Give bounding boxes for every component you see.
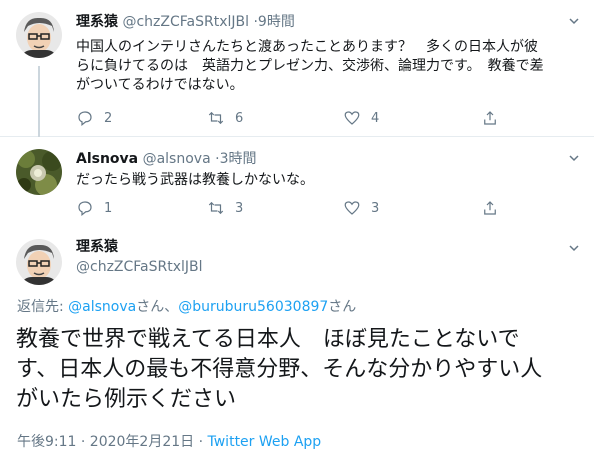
reply-icon	[78, 111, 92, 126]
tweet-1[interactable]: 理系猿 @chzZCFaSRtxlJBl ·9時間 中国人のインテリさんたちと渡…	[0, 0, 594, 146]
timestamp[interactable]: 3時間	[220, 151, 257, 167]
tweet-text: 教養で世界で戦えてる日本人 ほぼ見たことないで す、日本人の最も不得意分野、そん…	[16, 327, 543, 412]
chevron-down-icon[interactable]	[569, 153, 579, 163]
user-handle[interactable]: @alsnova	[143, 151, 211, 167]
reply-to-user-link[interactable]: @buruburu56030897	[178, 299, 328, 315]
share-icon	[484, 111, 496, 125]
avatar[interactable]	[16, 239, 62, 285]
reply-to-line: 返信先: @alsnovaさん、@buruburu56030897さん	[17, 296, 356, 316]
tweet-actions: 2 6 4	[76, 109, 586, 127]
chevron-down-icon[interactable]	[569, 16, 579, 26]
retweet-count: 3	[235, 200, 244, 216]
share-button[interactable]	[481, 109, 499, 127]
tweet-meta: 午後9:11 · 2020年2月21日 · Twitter Web App	[17, 431, 321, 451]
chevron-down-icon[interactable]	[569, 243, 579, 253]
timestamp[interactable]: 9時間	[258, 14, 295, 30]
retweet-button[interactable]: 3	[207, 199, 243, 217]
tweet-actions: 1 3 3	[76, 199, 586, 217]
like-icon	[344, 201, 360, 215]
like-button[interactable]: 3	[343, 199, 379, 217]
tweet-header: 理系猿 @chzZCFaSRtxlJBl ·9時間	[76, 11, 295, 31]
reply-count: 2	[104, 110, 113, 126]
like-count: 3	[371, 200, 380, 216]
reply-to-suffix: さん、	[136, 299, 179, 315]
like-count: 4	[371, 110, 380, 126]
reply-to-suffix: さん	[328, 299, 357, 315]
source-app-link[interactable]: Twitter Web App	[208, 434, 322, 450]
avatar[interactable]	[16, 12, 62, 58]
like-icon	[344, 111, 360, 125]
share-button[interactable]	[481, 199, 499, 217]
tweet-header: Alsnova @alsnova ·3時間	[76, 148, 256, 168]
reply-button[interactable]: 1	[76, 199, 112, 217]
user-name[interactable]: 理系猿	[76, 14, 118, 30]
retweet-icon	[208, 201, 224, 215]
timestamp[interactable]: 午後9:11 · 2020年2月21日 ·	[17, 434, 208, 450]
reply-to-label: 返信先:	[17, 299, 69, 315]
retweet-icon	[208, 111, 224, 125]
thread-line	[38, 66, 40, 146]
focused-tweet: 理系猿 @chzZCFaSRtxlJBl 返信先: @alsnovaさん、@bu…	[0, 229, 594, 467]
reply-icon	[78, 201, 92, 216]
tweet-text: だったら戦う武器は教養しかないな。	[76, 172, 314, 188]
tweet-text: 中国人のインテリさんたちと渡あったことあります？ 多くの日本人が彼 らに負けてる…	[76, 39, 544, 93]
user-handle[interactable]: @chzZCFaSRtxlJBl	[76, 259, 203, 275]
like-button[interactable]: 4	[343, 109, 379, 127]
retweet-button[interactable]: 6	[207, 109, 243, 127]
reply-to-user-link[interactable]: @alsnova	[68, 299, 136, 315]
reply-button[interactable]: 2	[76, 109, 112, 127]
share-icon	[484, 201, 496, 215]
user-name[interactable]: 理系猿	[76, 236, 118, 256]
reply-count: 1	[104, 200, 113, 216]
tweet-2[interactable]: Alsnova @alsnova ·3時間 だったら戦う武器は教養しかないな。 …	[0, 137, 594, 229]
user-handle[interactable]: @chzZCFaSRtxlJBl	[122, 14, 249, 30]
user-name[interactable]: Alsnova	[76, 151, 138, 167]
avatar[interactable]	[16, 149, 62, 195]
retweet-count: 6	[235, 110, 244, 126]
